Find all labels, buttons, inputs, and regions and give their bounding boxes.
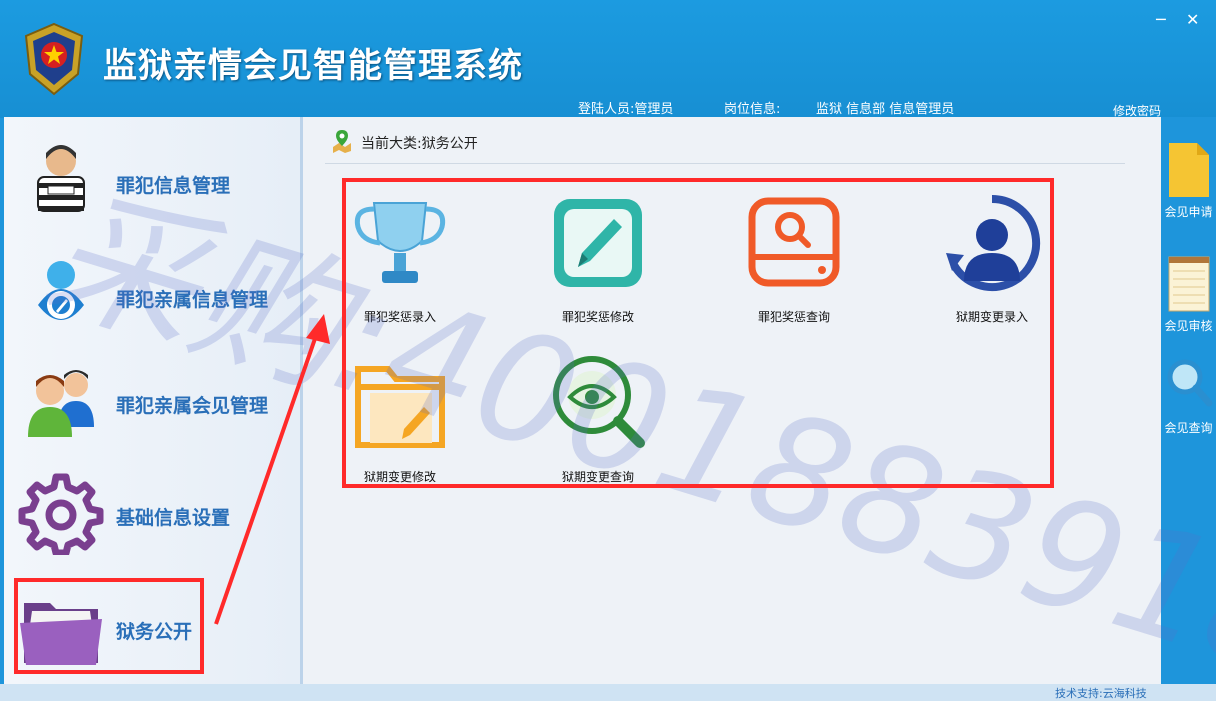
- user-refresh-icon: [946, 195, 1041, 291]
- sidebar: 罪犯信息管理 罪犯亲属信息管理 罪犯亲属会见管理 基础信息设置 狱务公开: [4, 117, 303, 684]
- magnifier-icon: [1167, 359, 1213, 407]
- minimize-button[interactable]: ─: [1156, 10, 1166, 29]
- sidebar-item-family-meeting[interactable]: 罪犯亲属会见管理: [4, 355, 300, 455]
- sidebar-item-label: 罪犯亲属信息管理: [116, 289, 269, 311]
- tile-reward-edit[interactable]: 罪犯奖惩修改: [523, 195, 673, 335]
- location-pin-icon: [333, 130, 351, 153]
- tile-label: 罪犯奖惩修改: [561, 310, 634, 324]
- folder-icon: [20, 603, 102, 665]
- quick-meeting-query[interactable]: 会见查询: [1161, 357, 1216, 447]
- eye-search-icon: [553, 356, 645, 448]
- tile-label: 罪犯奖惩录入: [363, 310, 436, 324]
- login-user-label: 登陆人员:管理员: [578, 102, 674, 117]
- gear-icon: [18, 473, 104, 555]
- sidebar-item-label: 基础信息设置: [116, 507, 231, 529]
- status-bar: 技术支持:云海科技: [0, 684, 1216, 701]
- tile-sentence-change-edit[interactable]: 狱期变更修改: [325, 355, 475, 495]
- pen-edit-icon: [554, 199, 642, 287]
- prisoner-icon: [37, 145, 85, 212]
- sidebar-item-label: 狱务公开: [116, 621, 193, 643]
- police-emblem-icon: [24, 22, 84, 96]
- app-window: 监狱亲情会见智能管理系统 ─ ✕ 登陆人员:管理员 岗位信息: 监狱 信息部 信…: [0, 0, 1216, 701]
- drive-search-icon: [748, 197, 840, 287]
- tile-reward-entry[interactable]: 罪犯奖惩录入: [325, 195, 475, 335]
- tile-label: 狱期变更修改: [363, 470, 436, 484]
- sidebar-item-family-info[interactable]: 罪犯亲属信息管理: [4, 249, 300, 349]
- trophy-icon: [354, 202, 446, 283]
- quick-meeting-apply[interactable]: 会见申请: [1161, 141, 1216, 231]
- tile-label: 狱期变更查询: [561, 470, 634, 484]
- sidebar-item-prisoner-info[interactable]: 罪犯信息管理: [4, 137, 300, 237]
- tile-label: 罪犯奖惩查询: [757, 310, 830, 324]
- notepad-icon: [1168, 256, 1210, 312]
- tech-support-text: 技术支持:云海科技: [1055, 687, 1147, 700]
- sidebar-item-prison-affairs[interactable]: 狱务公开: [4, 585, 300, 685]
- quick-label: 会见申请: [1164, 205, 1213, 219]
- title-bar: 监狱亲情会见智能管理系统 ─ ✕ 登陆人员:管理员 岗位信息: 监狱 信息部 信…: [0, 0, 1216, 118]
- post-info-value: 监狱 信息部 信息管理员: [816, 102, 955, 117]
- quick-meeting-review[interactable]: 会见审核: [1161, 255, 1216, 345]
- right-quick-bar: 会见申请 会见审核 会见查询: [1161, 117, 1216, 684]
- tile-label: 狱期变更录入: [955, 310, 1028, 324]
- users-meeting-icon: [28, 370, 94, 437]
- close-button[interactable]: ✕: [1186, 10, 1199, 29]
- post-info-label: 岗位信息:: [724, 102, 781, 117]
- tile-sentence-change-entry[interactable]: 狱期变更录入: [917, 195, 1067, 335]
- sidebar-item-label: 罪犯亲属会见管理: [116, 395, 269, 417]
- quick-label: 会见查询: [1164, 421, 1213, 435]
- breadcrumb: 当前大类:狱务公开: [361, 136, 478, 152]
- divider: [325, 163, 1125, 164]
- main-content: 当前大类:狱务公开 罪犯奖惩录入 罪犯奖惩修改 罪犯奖惩查询 狱期变更录入 狱期…: [303, 117, 1161, 684]
- quick-label: 会见审核: [1164, 319, 1213, 333]
- folder-edit-icon: [355, 366, 445, 448]
- app-title: 监狱亲情会见智能管理系统: [103, 46, 523, 86]
- tile-sentence-change-query[interactable]: 狱期变更查询: [523, 355, 673, 495]
- tile-reward-query[interactable]: 罪犯奖惩查询: [719, 195, 869, 335]
- family-info-icon: [38, 261, 84, 320]
- sidebar-item-label: 罪犯信息管理: [116, 175, 231, 197]
- sidebar-item-basic-settings[interactable]: 基础信息设置: [4, 469, 300, 569]
- file-icon: [1169, 143, 1209, 197]
